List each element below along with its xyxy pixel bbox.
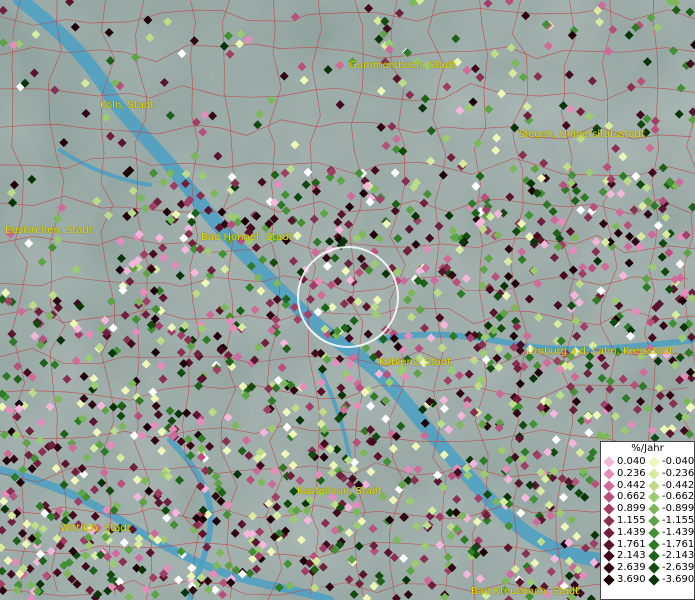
city-label-koeln: Köln, Stadt [100, 100, 155, 111]
legend-swatch-negative [648, 538, 660, 551]
legend-value-positive: 1.761 [617, 538, 646, 550]
legend-swatch-positive [603, 456, 615, 468]
legend-swatch-positive [603, 550, 615, 563]
city-label-kastellaun: Kastellaun, Stadt [297, 486, 383, 497]
legend-swatch-negative [648, 503, 660, 515]
legend-value-negative: -2.639 [662, 562, 695, 574]
map-legend: %/Jahr 0.040 -0.040 0.236 -0.236 0.442 -0.442… [600, 441, 695, 600]
legend-swatch-negative [648, 468, 660, 480]
legend-value-negative: -3.690 [662, 574, 695, 585]
city-label-gummersbach: Gummersbach, Stadt [349, 60, 456, 71]
legend-swatch-negative [648, 574, 660, 586]
legend-value-positive: 0.442 [617, 479, 646, 491]
legend-value-positive: 2.143 [617, 550, 646, 562]
legend-row: 3.690 -3.690 [601, 574, 695, 586]
legend-swatch-positive [603, 574, 615, 586]
legend-swatch-positive [603, 515, 615, 527]
legend-value-negative: -0.899 [662, 503, 695, 515]
legend-value-positive: 0.040 [617, 456, 646, 467]
legend-value-positive: 1.439 [617, 526, 646, 538]
legend-value-negative: -0.040 [662, 456, 695, 467]
legend-row: 2.639 -2.639 [601, 562, 695, 574]
legend-value-positive: 0.236 [617, 467, 646, 479]
legend-swatch-positive [603, 491, 615, 504]
legend-value-positive: 0.662 [617, 491, 646, 503]
legend-swatch-positive [603, 503, 615, 515]
legend-value-negative: -2.143 [662, 550, 695, 562]
legend-value-negative: -0.442 [662, 479, 695, 491]
legend-value-negative: -0.236 [662, 467, 695, 479]
legend-row: 0.040 -0.040 [601, 456, 695, 468]
legend-swatch-negative [648, 491, 660, 504]
city-label-bad-kreuznach: Bad Kreuznach, Stadt [471, 586, 580, 597]
map-view[interactable]: Köln, Stadt Gummersbach, Stadt Siegen, U… [0, 0, 695, 600]
legend-row: 0.442 -0.442 [601, 480, 695, 492]
legend-swatch-negative [648, 550, 660, 563]
legend-row: 2.143 -2.143 [601, 550, 695, 563]
legend-row: 1.761 -1.761 [601, 539, 695, 551]
legend-value-positive: 0.899 [617, 503, 646, 515]
legend-row: 0.899 -0.899 [601, 503, 695, 515]
legend-row: 1.439 -1.439 [601, 527, 695, 539]
map-canvas[interactable] [0, 0, 695, 600]
legend-swatch-negative [648, 456, 660, 468]
city-label-wittlich: Wittlich, Stadt [60, 523, 131, 534]
city-label-koblenz: Koblenz, Stadt [379, 357, 452, 368]
legend-swatch-positive [603, 479, 615, 492]
legend-value-negative: -1.155 [662, 515, 695, 526]
legend-swatch-positive [603, 468, 615, 480]
legend-swatch-negative [648, 562, 660, 574]
legend-swatch-negative [648, 527, 660, 539]
legend-value-negative: -1.761 [662, 538, 695, 550]
city-label-euskirchen: Euskirchen, Stadt [5, 225, 93, 236]
legend-value-positive: 1.155 [617, 515, 646, 526]
legend-value-positive: 2.639 [617, 562, 646, 574]
legend-row: 1.155 -1.155 [601, 515, 695, 527]
legend-row: 0.662 -0.662 [601, 491, 695, 504]
legend-swatch-negative [648, 515, 660, 527]
legend-swatch-positive [603, 562, 615, 574]
legend-row: 0.236 -0.236 [601, 468, 695, 480]
legend-title: %/Jahr [631, 443, 664, 454]
legend-value-positive: 3.690 [617, 574, 646, 585]
legend-swatch-positive [603, 527, 615, 539]
city-label-limburg: Limburg a.d. Lahn, Kreisstadt [526, 346, 674, 357]
legend-value-negative: -0.662 [662, 491, 695, 503]
legend-swatch-negative [648, 479, 660, 492]
legend-value-negative: -1.439 [662, 526, 695, 538]
city-label-bad-honnef: Bad Honnef, Stadt [201, 232, 293, 243]
city-label-siegen: Siegen, Universitätsstadt [519, 129, 645, 140]
legend-swatch-positive [603, 538, 615, 551]
